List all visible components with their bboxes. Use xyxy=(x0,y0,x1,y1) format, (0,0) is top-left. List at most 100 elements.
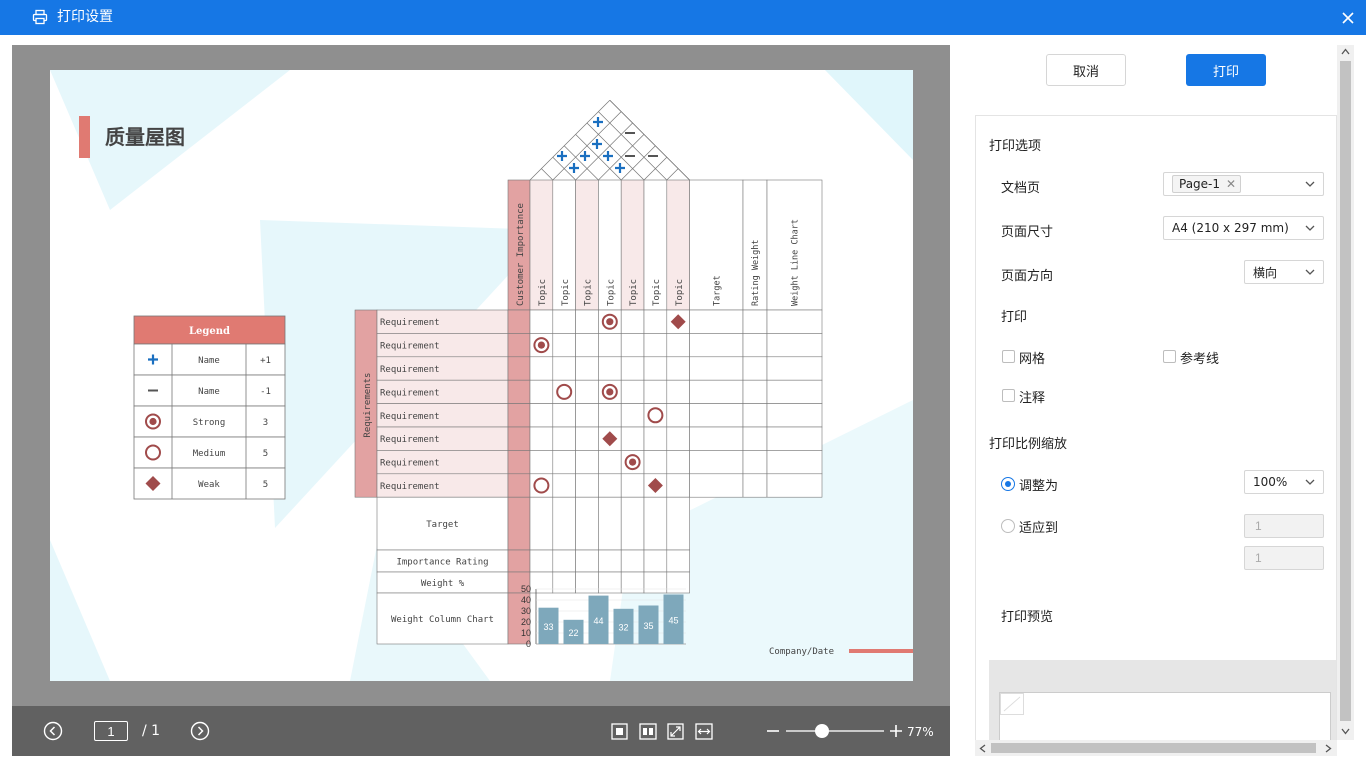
page-size-select[interactable]: A4 (210 x 297 mm) xyxy=(1163,216,1324,240)
grid-checkbox[interactable] xyxy=(1002,350,1015,363)
vertical-scrollbar[interactable] xyxy=(1337,45,1354,740)
viewer-toolbar: / 1 77% xyxy=(12,706,950,756)
bottom-matrix-cell xyxy=(598,496,622,551)
matrix-cell xyxy=(575,333,599,358)
zoom-slider-track[interactable] xyxy=(786,730,884,732)
scale-percent-select[interactable]: 100% xyxy=(1244,470,1324,494)
matrix-cell xyxy=(666,473,690,498)
adjust-radio[interactable] xyxy=(1001,477,1015,491)
matrix-cell xyxy=(529,356,554,381)
requirement-label: Requirement xyxy=(380,318,440,328)
matrix-cell xyxy=(575,403,599,428)
cancel-button[interactable]: 取消 xyxy=(1046,54,1126,86)
next-page-icon[interactable] xyxy=(190,721,210,741)
orientation-label: 页面方向 xyxy=(1001,269,1054,284)
fit-radio[interactable] xyxy=(1001,519,1015,533)
options-card: 打印选项 文档页 Page-1 ✕ 页面尺寸 A4 (210 x 297 mm) … xyxy=(975,115,1337,756)
chart-y-tick: 20 xyxy=(521,617,531,627)
zoom-out-icon[interactable] xyxy=(766,725,780,737)
prev-page-icon[interactable] xyxy=(43,721,63,741)
zoom-in-icon[interactable] xyxy=(889,724,903,738)
legend-value: 3 xyxy=(263,418,268,428)
scroll-right-icon[interactable] xyxy=(1325,744,1332,753)
plus-icon xyxy=(557,151,567,161)
extra-cell xyxy=(742,473,768,498)
chevron-down-icon xyxy=(1305,181,1315,187)
plus-icon xyxy=(580,151,590,161)
scroll-left-icon[interactable] xyxy=(979,744,986,753)
importance-label: Customer Importance xyxy=(516,203,526,306)
notes-label: 注释 xyxy=(1019,391,1046,406)
matrix-cell xyxy=(620,426,645,451)
chart-data-label: 45 xyxy=(668,615,678,625)
matrix-cell xyxy=(666,426,690,451)
matrix-cell xyxy=(620,356,645,381)
scale-title: 打印比例缩放 xyxy=(989,437,1068,452)
bottom-matrix-cell xyxy=(575,571,599,594)
chart-y-tick: 30 xyxy=(521,606,531,616)
chart-data-label: 33 xyxy=(543,622,553,632)
legend-name: Medium xyxy=(193,449,226,459)
topic-label: Topic xyxy=(584,279,594,306)
legend-title: Legend xyxy=(189,326,230,337)
fit-width-icon[interactable] xyxy=(695,723,713,740)
zoom-slider-handle[interactable] xyxy=(815,724,829,738)
guides-checkbox[interactable] xyxy=(1163,350,1176,363)
matrix-cell xyxy=(620,473,645,498)
extra-cell xyxy=(742,379,768,404)
page-chip-label: Page-1 xyxy=(1179,177,1221,191)
printer-icon xyxy=(32,9,48,25)
chevron-down-icon xyxy=(1305,225,1315,231)
importance-bottom-cell xyxy=(507,549,531,573)
matrix-cell xyxy=(575,450,599,475)
requirement-label: Requirement xyxy=(380,412,440,422)
bottom-matrix-cell xyxy=(552,571,576,594)
matrix-cell xyxy=(529,403,554,428)
remove-chip-icon[interactable]: ✕ xyxy=(1226,177,1236,191)
chart-data-label: 44 xyxy=(593,616,603,626)
horizontal-scroll-thumb[interactable] xyxy=(991,743,1316,753)
scroll-up-icon[interactable] xyxy=(1341,48,1350,55)
close-icon[interactable] xyxy=(1340,10,1356,26)
house-of-quality-diagram: 质量屋图 Legend Name +1 Name -1 Strong 3 Medium 5 Wea… xyxy=(50,70,913,681)
matrix-cell xyxy=(529,426,554,451)
importance-bottom-cell xyxy=(507,496,531,551)
two-page-icon[interactable] xyxy=(639,723,657,740)
scroll-down-icon[interactable] xyxy=(1341,728,1350,735)
matrix-cell xyxy=(529,379,554,404)
extra-cell xyxy=(766,309,823,334)
extra-cell xyxy=(689,309,744,334)
matrix-cell xyxy=(620,403,645,428)
doc-page-select[interactable]: Page-1 ✕ xyxy=(1163,172,1324,196)
fit-page-icon[interactable] xyxy=(667,723,684,740)
matrix-cell xyxy=(552,356,576,381)
bottom-row-label: Importance Rating xyxy=(396,558,488,568)
single-page-icon[interactable] xyxy=(611,723,628,740)
page-number-input[interactable] xyxy=(94,721,128,741)
importance-cell xyxy=(507,403,531,428)
importance-cell xyxy=(507,379,531,404)
print-button[interactable]: 打印 xyxy=(1186,54,1266,86)
horizontal-scrollbar[interactable] xyxy=(975,740,1337,756)
chevron-down-icon xyxy=(1305,269,1315,275)
matrix-cell xyxy=(620,333,645,358)
legend-name: Weak xyxy=(198,480,220,490)
orientation-select[interactable]: 横向 xyxy=(1244,260,1324,284)
notes-checkbox[interactable] xyxy=(1002,389,1015,402)
orientation-value: 横向 xyxy=(1253,265,1278,280)
doc-page-label: 文档页 xyxy=(1001,181,1041,196)
bottom-matrix-cell xyxy=(575,496,599,551)
extra-column-label: Rating Weight xyxy=(751,239,761,306)
fit-width-input[interactable] xyxy=(1244,514,1324,538)
extra-cell xyxy=(742,426,768,451)
doc-title: 质量屋图 xyxy=(105,125,185,149)
matrix-cell xyxy=(552,403,576,428)
fit-height-input[interactable] xyxy=(1244,546,1324,570)
matrix-cell xyxy=(598,356,622,381)
bottom-matrix-cell xyxy=(620,549,645,573)
matrix-cell xyxy=(666,333,690,358)
broken-image-icon xyxy=(1000,693,1024,715)
vertical-scroll-thumb[interactable] xyxy=(1340,61,1351,721)
extra-cell xyxy=(742,450,768,475)
bottom-matrix-cell xyxy=(643,496,668,551)
